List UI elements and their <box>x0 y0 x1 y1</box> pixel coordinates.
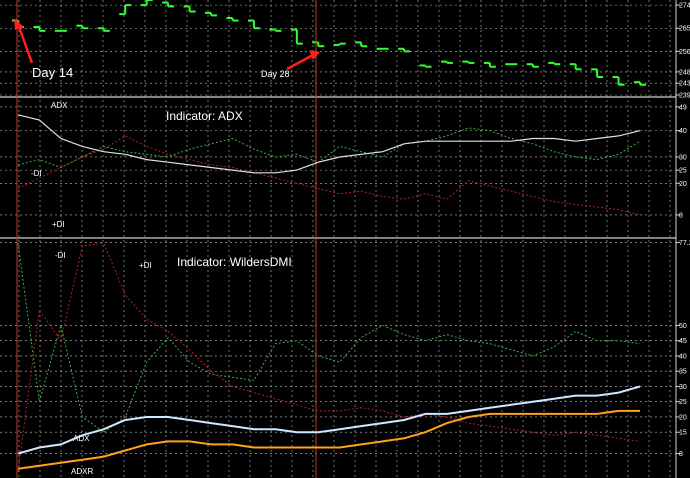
y-tick-label: 256. <box>679 49 690 56</box>
y-tick-label: 35 <box>679 369 687 376</box>
y-tick-label: 40 <box>679 353 687 360</box>
day14-annotation: Day 14 <box>32 65 73 80</box>
chart-stage: 274. 265. 256. 248. 243.6 239. 49 40 30 25 20 8 77.2… <box>0 0 690 478</box>
dmi-panel-title: Indicator: WildersDMI <box>177 255 292 269</box>
y-tick-label: 8 <box>679 451 683 458</box>
y-tick-label: 248. <box>679 69 690 76</box>
y-tick-label: 274. <box>679 3 690 10</box>
dmi-adx-label: ADX <box>73 434 90 443</box>
adx-minus-di-label: -DI <box>31 169 42 178</box>
y-tick-label: 49 <box>679 104 687 111</box>
adx-panel-title: Indicator: ADX <box>166 109 243 123</box>
adx-plus-di-label: +DI <box>52 220 65 229</box>
y-tick-label: 30 <box>679 154 687 161</box>
y-tick-label: 25 <box>679 168 687 175</box>
y-tick-label: 265. <box>679 26 690 33</box>
y-tick-label: 25 <box>679 399 687 406</box>
adx-series-label: ADX <box>51 101 68 110</box>
y-tick-label: 243.6 <box>679 81 690 88</box>
y-tick-label: 8 <box>679 212 683 219</box>
y-tick-label: 15 <box>679 430 687 437</box>
y-tick-label: 50 <box>679 323 687 330</box>
day28-annotation: Day 28 <box>261 69 290 79</box>
dmi-plus-di-label: +DI <box>139 261 152 270</box>
y-tick-label: 20 <box>679 181 687 188</box>
dmi-adxr-label: ADXR <box>71 467 93 476</box>
y-tick-label: 40 <box>679 128 687 135</box>
dmi-minus-di-label: -DI <box>55 251 66 260</box>
y-tick-label: 30 <box>679 384 687 391</box>
y-tick-label: 77.2 <box>679 240 690 247</box>
y-tick-label: 45 <box>679 338 687 345</box>
y-tick-label: 239. <box>679 93 690 100</box>
chart-svg: 274. 265. 256. 248. 243.6 239. 49 40 30 25 20 8 77.2… <box>0 0 690 478</box>
y-tick-label: 20 <box>679 414 687 421</box>
